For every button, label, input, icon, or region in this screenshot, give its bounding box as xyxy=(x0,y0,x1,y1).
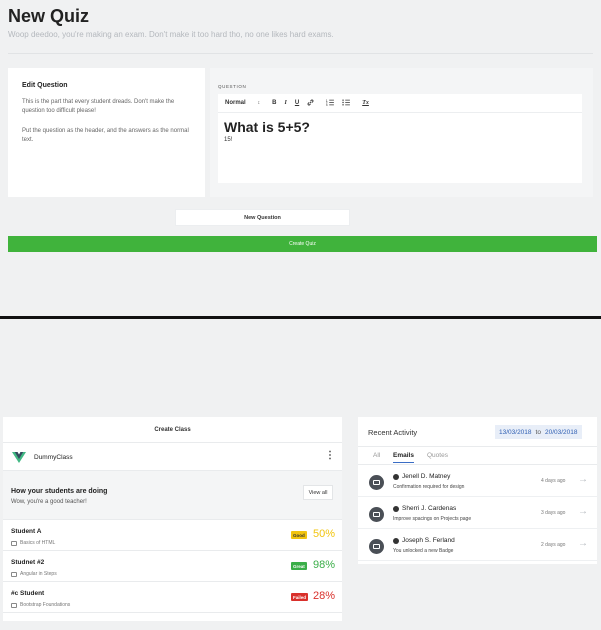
tab-all[interactable]: All xyxy=(373,452,380,459)
editor-toolbar: Normal ↕ B I U 123 Tx xyxy=(218,94,582,113)
chevron-updown-icon: ↕ xyxy=(257,100,261,106)
page-title: New Quiz xyxy=(8,6,90,26)
status-badge: Great xyxy=(291,562,307,570)
student-name: #c Student xyxy=(11,590,45,597)
student-row[interactable]: #c Student Bootstrap Foundations Failed … xyxy=(3,582,342,613)
class-card: Create Class DummyClass ⋮ How your stude… xyxy=(3,417,342,621)
new-quiz-panel: New Quiz Woop deedoo, you're making an e… xyxy=(0,0,601,316)
tab-emails[interactable]: Emails xyxy=(393,452,414,463)
mail-icon xyxy=(369,539,384,554)
avatar xyxy=(393,537,399,544)
student-course-label: Basics of HTML xyxy=(20,540,56,546)
bullet-list-icon xyxy=(342,98,351,106)
mail-icon xyxy=(369,475,384,490)
vue-logo-icon xyxy=(12,452,26,463)
date-from: 13/03/2018 xyxy=(499,428,532,436)
question-label: QUESTION xyxy=(218,84,247,89)
question-answer-text[interactable]: 15! xyxy=(224,137,232,143)
student-name: Student A xyxy=(11,528,42,535)
edit-question-card: Edit Question This is the part that ever… xyxy=(8,68,205,197)
activity-sender: Joseph S. Ferland xyxy=(393,537,455,544)
question-heading[interactable]: What is 5+5? xyxy=(224,119,310,135)
mail-icon xyxy=(369,507,384,522)
student-name: Studnet #2 xyxy=(11,559,45,566)
arrow-right-icon[interactable]: → xyxy=(578,538,588,549)
activity-header: Recent Activity 13/03/2018 to 20/03/2018 xyxy=(358,417,597,447)
activity-item[interactable]: Jenell D. Matney Confirmation required f… xyxy=(358,465,597,497)
question-editor[interactable]: What is 5+5? 15! xyxy=(218,113,582,183)
student-course-label: Angular in Steps xyxy=(20,571,57,577)
student-row[interactable]: Studnet #2 Angular in Steps Great 98% xyxy=(3,551,342,582)
student-percent: 50% xyxy=(313,528,336,540)
clear-format-button[interactable]: Tx xyxy=(362,100,369,106)
svg-text:3: 3 xyxy=(326,105,328,106)
avatar xyxy=(393,505,399,512)
student-course: Basics of HTML xyxy=(11,540,55,546)
ordered-list-button[interactable]: 123 xyxy=(326,99,335,108)
activity-tabs: All Emails Quotes xyxy=(358,447,597,465)
page-subtitle: Woop deedoo, you're making an exam. Don'… xyxy=(8,30,334,39)
student-percent: 98% xyxy=(313,559,336,571)
activity-item[interactable]: Joseph S. Ferland You unlocked a new Bad… xyxy=(358,529,597,561)
tab-quotes[interactable]: Quotes xyxy=(427,452,448,459)
recent-activity-card: Recent Activity 13/03/2018 to 20/03/2018… xyxy=(358,417,597,564)
sender-name: Joseph S. Ferland xyxy=(402,537,455,544)
bold-button[interactable]: B xyxy=(272,100,276,106)
sender-name: Jenell D. Matney xyxy=(402,473,451,480)
activity-time: 3 days ago xyxy=(541,510,566,516)
students-summary-title: How your students are doing xyxy=(11,488,108,495)
question-area: QUESTION Normal ↕ B I U 123 Tx What is 5+… xyxy=(210,68,593,197)
student-course: Bootstrap Foundations xyxy=(11,602,70,608)
sender-name: Sherri J. Cardenas xyxy=(402,505,457,512)
dashboard-panel: Create Class DummyClass ⋮ How your stude… xyxy=(0,319,601,630)
format-select-value: Normal xyxy=(225,100,246,106)
divider xyxy=(8,53,593,54)
activity-item[interactable]: Sherri J. Cardenas Improve spacings on P… xyxy=(358,497,597,529)
student-row[interactable]: Student A Basics of HTML Good 50% xyxy=(3,520,342,551)
link-icon xyxy=(307,99,314,105)
underline-button[interactable]: U xyxy=(295,100,299,106)
class-row[interactable]: DummyClass ⋮ xyxy=(3,443,342,471)
activity-message: You unlocked a new Badge xyxy=(393,548,454,554)
create-class-button[interactable]: Create Class xyxy=(3,417,342,443)
arrow-right-icon[interactable]: → xyxy=(578,506,588,517)
course-icon xyxy=(11,540,17,546)
students-summary: How your students are doing Wow, you're … xyxy=(3,471,342,520)
view-all-button[interactable]: View all xyxy=(303,485,333,500)
activity-message: Confirmation required for design xyxy=(393,484,465,490)
student-course-label: Bootstrap Foundations xyxy=(20,602,71,608)
edit-question-instructions: Put the question as the header, and the … xyxy=(22,128,189,143)
bullet-list-button[interactable] xyxy=(342,98,351,108)
create-quiz-button[interactable]: Create Quiz xyxy=(8,236,597,252)
status-badge: Good xyxy=(291,531,307,539)
avatar xyxy=(393,473,399,480)
activity-time: 2 days ago xyxy=(541,542,566,548)
format-select[interactable]: Normal ↕ xyxy=(225,100,260,106)
italic-button[interactable]: I xyxy=(285,100,287,106)
date-range-picker[interactable]: 13/03/2018 to 20/03/2018 xyxy=(495,425,582,439)
activity-message: Improve spacings on Projects page xyxy=(393,516,472,522)
activity-time: 4 days ago xyxy=(541,478,566,484)
activity-title: Recent Activity xyxy=(368,428,418,437)
student-course: Angular in Steps xyxy=(11,571,57,577)
activity-sender: Sherri J. Cardenas xyxy=(393,505,456,512)
arrow-right-icon[interactable]: → xyxy=(578,474,588,485)
new-question-button[interactable]: New Question xyxy=(175,209,350,226)
course-icon xyxy=(11,602,17,608)
date-to-word: to xyxy=(535,428,541,436)
students-summary-subtitle: Wow, you're a good teacher! xyxy=(11,499,87,505)
edit-question-description: This is the part that every student drea… xyxy=(22,99,175,114)
activity-sender: Jenell D. Matney xyxy=(393,473,450,480)
date-to: 20/03/2018 xyxy=(544,428,578,436)
class-name: DummyClass xyxy=(34,454,73,461)
edit-question-title: Edit Question xyxy=(22,82,68,89)
ordered-list-icon: 123 xyxy=(326,99,335,107)
link-button[interactable] xyxy=(307,99,314,108)
course-icon xyxy=(11,571,17,577)
student-percent: 28% xyxy=(313,590,336,602)
status-badge: Failed xyxy=(291,593,309,601)
more-options-icon[interactable]: ⋮ xyxy=(325,450,335,461)
